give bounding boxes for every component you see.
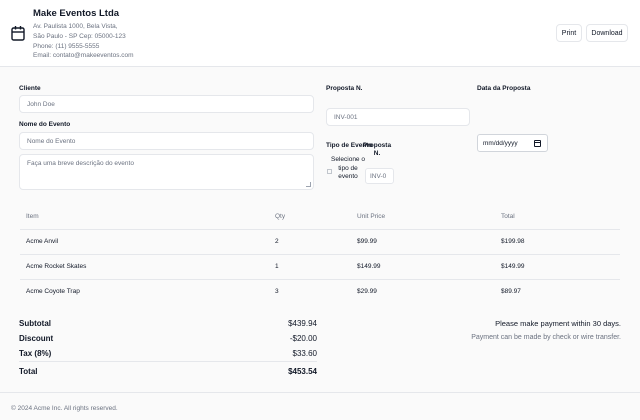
address-line: São Paulo - SP Cep: 05000-123 bbox=[33, 33, 126, 40]
summary-divider bbox=[19, 361, 317, 362]
calendar-icon bbox=[11, 26, 25, 41]
row-total: $199.98 bbox=[501, 238, 525, 245]
tax-value: $33.60 bbox=[292, 349, 317, 358]
event-description-placeholder: Faça uma breve descrição do evento bbox=[27, 160, 134, 167]
row-item: Acme Coyote Trap bbox=[26, 288, 80, 295]
row-qty: 3 bbox=[275, 288, 279, 295]
address-line: Av. Paulista 1000, Bela Vista, bbox=[33, 23, 118, 30]
event-type-select[interactable]: Selecione o tipo de evento bbox=[331, 156, 365, 184]
row-qty: 1 bbox=[275, 263, 279, 270]
header-qty: Qty bbox=[275, 213, 286, 220]
table-row: Acme Coyote Trap 3 $29.99 $89.97 bbox=[20, 280, 620, 305]
event-name-label: Nome do Evento bbox=[19, 121, 71, 128]
client-input[interactable]: John Doe bbox=[19, 95, 314, 113]
row-unit-price: $149.99 bbox=[357, 263, 381, 270]
discount-value: -$20.00 bbox=[289, 334, 317, 343]
proposal-number-input[interactable]: INV-001 bbox=[326, 108, 470, 126]
copyright: © 2024 Acme Inc. All rights reserved. bbox=[11, 405, 118, 412]
row-total: $149.99 bbox=[501, 263, 525, 270]
invoice-header: Make Eventos Ltda Av. Paulista 1000, Bel… bbox=[0, 0, 640, 67]
subtotal-value: $439.94 bbox=[288, 319, 317, 328]
total-label: Total bbox=[19, 367, 38, 376]
items-table-header: Item Qty Unit Price Total bbox=[20, 205, 620, 230]
event-name-input[interactable]: Nome do Evento bbox=[19, 132, 314, 150]
calendar-picker-icon[interactable] bbox=[534, 140, 541, 147]
proposal-number-label: Proposta N. bbox=[326, 85, 363, 92]
payment-methods: Payment can be made by check or wire tra… bbox=[471, 334, 621, 341]
table-row: Acme Anvil 2 $99.99 $199.98 bbox=[20, 230, 620, 255]
proposal-date-input[interactable]: mm/dd/yyyy bbox=[477, 134, 548, 152]
tax-label: Tax (8%) bbox=[19, 349, 52, 358]
email-line: Email: contato@makeeventos.com bbox=[33, 52, 134, 59]
proposal-date-value: mm/dd/yyyy bbox=[483, 139, 518, 147]
company-name: Make Eventos Ltda bbox=[33, 8, 120, 19]
header-unit-price: Unit Price bbox=[357, 213, 386, 220]
proposal-date-label: Data da Proposta bbox=[477, 85, 531, 92]
payment-terms: Please make payment within 30 days. bbox=[495, 319, 621, 328]
print-button[interactable]: Print bbox=[556, 24, 582, 42]
row-item: Acme Rocket Skates bbox=[26, 263, 87, 270]
client-label: Cliente bbox=[19, 85, 41, 92]
resize-handle-icon[interactable] bbox=[306, 182, 311, 187]
proposal-number-input-2[interactable]: INV-0 bbox=[365, 168, 394, 184]
row-total: $89.97 bbox=[501, 288, 521, 295]
download-button[interactable]: Download bbox=[586, 24, 628, 42]
event-description-textarea[interactable]: Faça uma breve descrição do evento bbox=[19, 154, 314, 190]
row-unit-price: $99.99 bbox=[357, 238, 377, 245]
header-total: Total bbox=[501, 213, 515, 220]
proposal-number-label-2: Proposta N. bbox=[362, 142, 392, 157]
subtotal-label: Subtotal bbox=[19, 319, 51, 328]
row-qty: 2 bbox=[275, 238, 279, 245]
footer-divider bbox=[0, 392, 640, 393]
row-unit-price: $29.99 bbox=[357, 288, 377, 295]
total-value: $453.54 bbox=[288, 367, 317, 376]
header-item: Item bbox=[26, 213, 39, 220]
table-row: Acme Rocket Skates 1 $149.99 $149.99 bbox=[20, 255, 620, 280]
row-item: Acme Anvil bbox=[26, 238, 59, 245]
discount-label: Discount bbox=[19, 334, 54, 343]
